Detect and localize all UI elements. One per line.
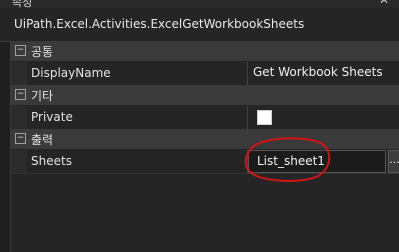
row-gutter xyxy=(11,106,27,129)
property-name: DisplayName xyxy=(31,66,111,80)
property-row-private: Private xyxy=(11,106,399,130)
property-grid: − 공통 DisplayName Get Workbook Sheets − 기… xyxy=(10,41,399,252)
property-row-sheets: Sheets List_sheet1 ... xyxy=(11,150,399,174)
panel-titlebar: 속성 ✕ xyxy=(0,0,399,8)
panel-title: 속성 xyxy=(12,0,33,8)
section-label: 출력 xyxy=(31,133,54,147)
row-gutter xyxy=(11,62,27,85)
property-name: Sheets xyxy=(31,154,72,168)
column-divider[interactable] xyxy=(247,106,248,129)
displayname-field[interactable]: Get Workbook Sheets xyxy=(253,65,383,79)
object-type-header: UiPath.Excel.Activities.ExcelGetWorkbook… xyxy=(0,8,399,42)
sheets-value: List_sheet1 xyxy=(257,154,325,168)
close-icon[interactable]: ✕ xyxy=(379,0,389,7)
section-common[interactable]: − 공통 xyxy=(11,41,399,61)
collapse-icon[interactable]: − xyxy=(15,45,26,56)
private-checkbox[interactable] xyxy=(257,110,272,125)
object-type-name: UiPath.Excel.Activities.ExcelGetWorkbook… xyxy=(14,17,305,31)
section-misc[interactable]: − 기타 xyxy=(11,85,399,105)
section-label: 공통 xyxy=(31,45,54,59)
property-row-displayname: DisplayName Get Workbook Sheets xyxy=(11,62,399,86)
section-output[interactable]: − 출력 xyxy=(11,129,399,149)
sheets-field[interactable]: List_sheet1 xyxy=(248,150,386,173)
properties-panel: 속성 ✕ UiPath.Excel.Activities.ExcelGetWor… xyxy=(0,0,399,252)
collapse-icon[interactable]: − xyxy=(15,133,26,144)
column-divider[interactable] xyxy=(247,62,248,85)
row-gutter xyxy=(11,150,27,173)
collapse-icon[interactable]: − xyxy=(15,89,26,100)
sheets-browse-button[interactable]: ... xyxy=(388,150,399,173)
property-name: Private xyxy=(31,110,73,124)
section-label: 기타 xyxy=(31,89,54,103)
